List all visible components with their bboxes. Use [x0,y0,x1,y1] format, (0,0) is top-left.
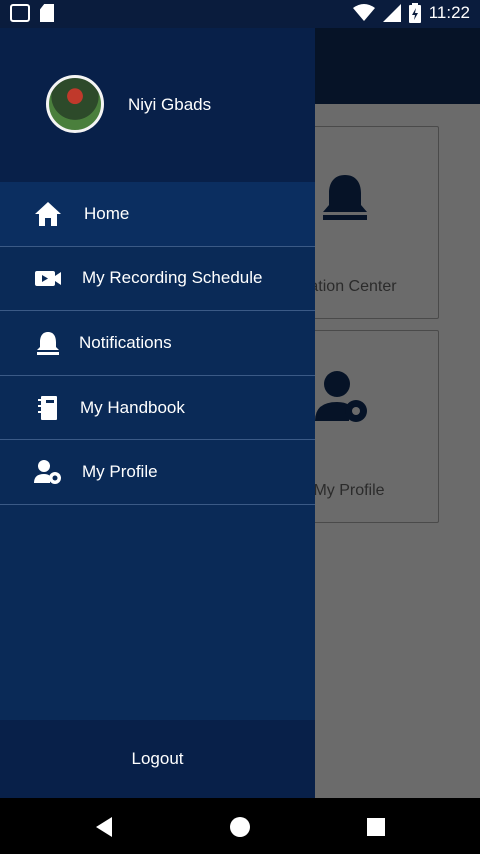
drawer-menu: Home My Recording Schedule Notifications [0,182,315,505]
logout-button[interactable]: Logout [0,720,315,798]
bell-icon [37,331,59,355]
menu-item-home[interactable]: Home [0,182,315,247]
menu-item-label: Notifications [79,332,172,352]
sd-card-icon [40,4,54,22]
recent-apps-icon[interactable] [365,816,387,838]
home-button-icon[interactable] [229,816,251,838]
avatar[interactable] [46,75,104,133]
bell-icon [323,175,367,220]
home-icon [35,201,61,226]
status-bar: 11:22 [0,0,480,28]
menu-item-label: Home [84,203,130,223]
menu-item-label: My Handbook [80,397,185,417]
wifi-icon [352,4,375,21]
signal-icon [382,4,401,22]
back-icon[interactable] [94,816,116,838]
video-camera-icon [35,271,61,287]
app-notification-icon [10,4,30,22]
menu-item-notifications[interactable]: Notifications [0,311,315,376]
menu-item-handbook[interactable]: My Handbook [0,376,315,441]
clock: 11:22 [428,3,470,22]
navigation-drawer: Niyi Gbads Home My Recording Schedule No… [0,28,315,798]
menu-item-recording-schedule[interactable]: My Recording Schedule [0,247,315,312]
menu-item-label: My Recording Schedule [82,268,263,288]
menu-item-label: My Profile [82,462,158,482]
handbook-icon [38,395,57,420]
user-settings-icon [315,371,367,422]
battery-icon [408,3,421,23]
user-name: Niyi Gbads [128,95,212,114]
menu-item-my-profile[interactable]: My Profile [0,440,315,505]
drawer-header: Niyi Gbads [0,28,315,182]
system-nav-bar [0,798,480,854]
user-settings-icon [34,460,61,485]
drawer-footer: Logout [0,720,315,798]
